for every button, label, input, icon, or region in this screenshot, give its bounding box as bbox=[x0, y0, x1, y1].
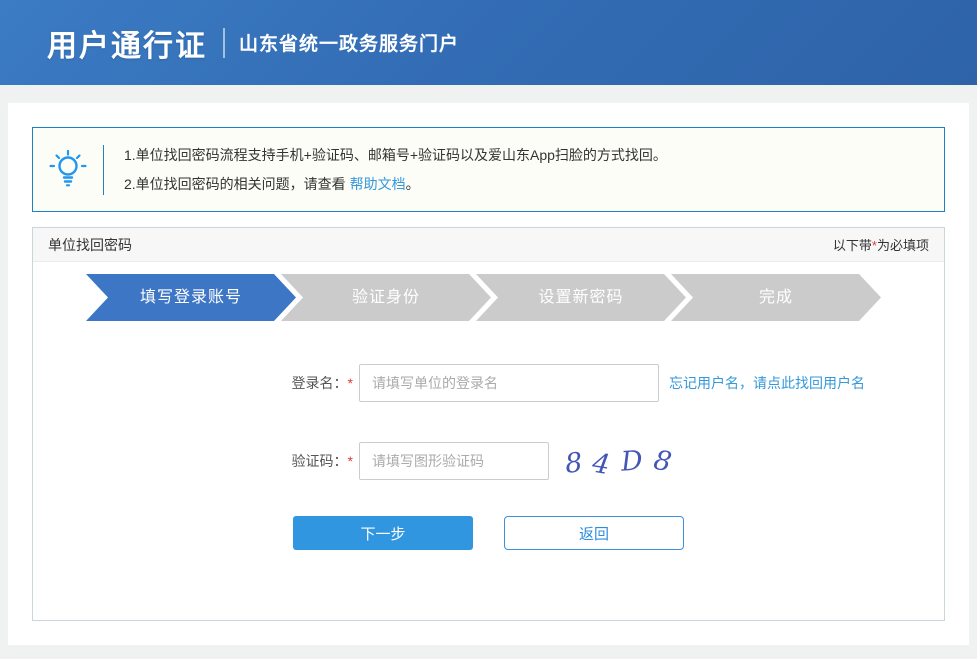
page-header: 用户通行证 山东省统一政务服务门户 bbox=[0, 0, 977, 85]
page-title: 用户通行证 bbox=[47, 21, 207, 65]
login-name-input[interactable] bbox=[359, 364, 659, 402]
page-subtitle: 山东省统一政务服务门户 bbox=[239, 29, 459, 56]
step-complete: 完成 bbox=[671, 274, 881, 321]
captcha-image[interactable]: 8 4 D 8 bbox=[565, 446, 682, 477]
notice-box: 1.单位找回密码流程支持手机+验证码、邮箱号+验证码以及爱山东App扫脸的方式找… bbox=[32, 127, 945, 212]
forgot-username-link[interactable]: 忘记用户名，请点此找回用户名 bbox=[669, 373, 865, 393]
login-name-row: 登录名：* 忘记用户名，请点此找回用户名 bbox=[33, 364, 944, 402]
section-title: 单位找回密码 bbox=[48, 235, 132, 255]
required-note: 以下带*为必填项 bbox=[833, 235, 929, 254]
step-set-new-password: 设置新密码 bbox=[476, 274, 686, 321]
captcha-input[interactable] bbox=[359, 442, 549, 480]
login-name-label: 登录名：* bbox=[33, 373, 353, 393]
captcha-required-asterisk: * bbox=[348, 453, 353, 469]
notice-line-1: 1.单位找回密码流程支持手机+验证码、邮箱号+验证码以及爱山东App扫脸的方式找… bbox=[124, 141, 667, 170]
notice-text: 1.单位找回密码流程支持手机+验证码、邮箱号+验证码以及爱山东App扫脸的方式找… bbox=[104, 141, 667, 199]
next-step-button[interactable]: 下一步 bbox=[293, 516, 473, 550]
notice-line-2: 2.单位找回密码的相关问题，请查看 帮助文档。 bbox=[124, 170, 667, 199]
main-panel: 1.单位找回密码流程支持手机+验证码、邮箱号+验证码以及爱山东App扫脸的方式找… bbox=[8, 103, 969, 645]
step-verify-identity: 验证身份 bbox=[281, 274, 491, 321]
header-divider bbox=[223, 28, 225, 58]
lightbulb-icon bbox=[33, 148, 103, 192]
step-fill-account: 填写登录账号 bbox=[86, 274, 296, 321]
help-doc-link[interactable]: 帮助文档 bbox=[350, 176, 406, 192]
captcha-row: 验证码：* 8 4 D 8 bbox=[33, 442, 944, 480]
back-button[interactable]: 返回 bbox=[504, 516, 684, 550]
progress-stepper: 填写登录账号 验证身份 设置新密码 完成 bbox=[86, 274, 944, 321]
section-header: 单位找回密码 以下带*为必填项 bbox=[33, 228, 944, 262]
password-recovery-section: 单位找回密码 以下带*为必填项 填写登录账号 验证身份 设置新密码 完成 登录名… bbox=[32, 227, 945, 621]
captcha-label: 验证码：* bbox=[33, 451, 353, 471]
button-row: 下一步 返回 bbox=[293, 516, 944, 550]
login-required-asterisk: * bbox=[348, 375, 353, 391]
